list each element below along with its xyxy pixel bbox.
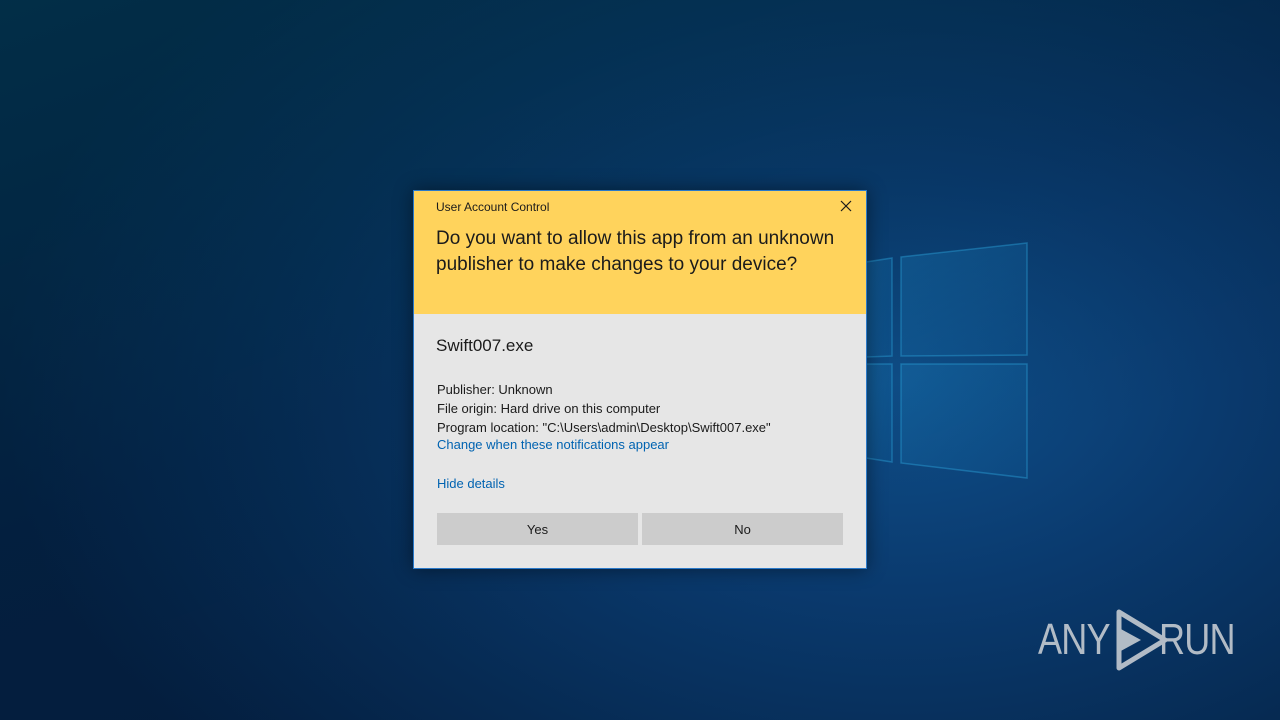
dialog-title: User Account Control (436, 200, 550, 214)
close-icon[interactable] (838, 198, 854, 214)
uac-dialog: User Account Control Do you want to allo… (413, 190, 867, 569)
watermark-right-text: RUN (1159, 615, 1236, 664)
publisher-text: Publisher: Unknown (437, 382, 553, 397)
uac-header: User Account Control Do you want to allo… (414, 191, 866, 314)
uac-question: Do you want to allow this app from an un… (436, 228, 835, 275)
program-location-text: Program location: "C:\Users\admin\Deskto… (437, 420, 771, 435)
file-origin-text: File origin: Hard drive on this computer (437, 401, 661, 416)
change-notifications-link[interactable]: Change when these notifications appear (437, 437, 669, 452)
no-button[interactable]: No (642, 513, 843, 545)
hide-details-link[interactable]: Hide details (437, 476, 505, 491)
anyrun-watermark: ANY RUN (1038, 608, 1252, 672)
yes-button[interactable]: Yes (437, 513, 638, 545)
app-name: Swift007.exe (436, 336, 534, 355)
details-block: Publisher: Unknown File origin: Hard dri… (437, 380, 771, 437)
watermark-left-text: ANY (1038, 615, 1111, 664)
